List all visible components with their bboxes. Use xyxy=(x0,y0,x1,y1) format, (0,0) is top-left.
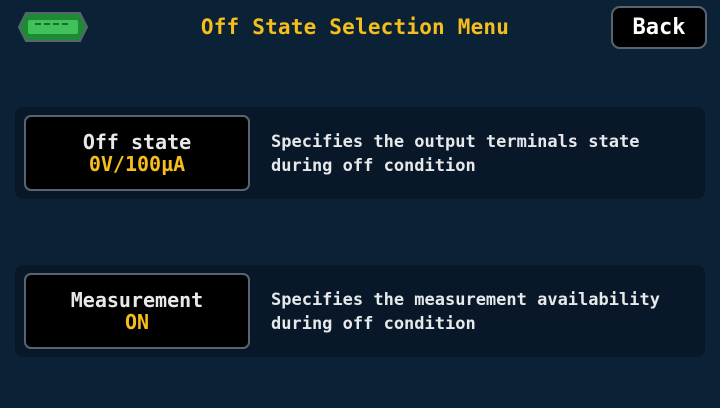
setting-row-measurement: Measurement ON Specifies the measurement… xyxy=(15,265,705,357)
off-state-label: Off state xyxy=(82,130,192,154)
measurement-button[interactable]: Measurement ON xyxy=(24,273,250,349)
measurement-value: ON xyxy=(124,310,150,334)
setting-row-off-state: Off state 0V/100µA Specifies the output … xyxy=(15,107,705,199)
off-state-button[interactable]: Off state 0V/100µA xyxy=(24,115,250,191)
off-state-description: Specifies the output terminals state dur… xyxy=(271,132,640,176)
page-title: Off State Selection Menu xyxy=(200,15,510,39)
off-state-value: 0V/100µA xyxy=(88,152,186,176)
back-button[interactable]: Back xyxy=(611,6,707,49)
measurement-description: Specifies the measurement availability d… xyxy=(271,290,660,334)
battery-icon xyxy=(18,12,88,42)
measurement-label: Measurement xyxy=(70,288,204,312)
